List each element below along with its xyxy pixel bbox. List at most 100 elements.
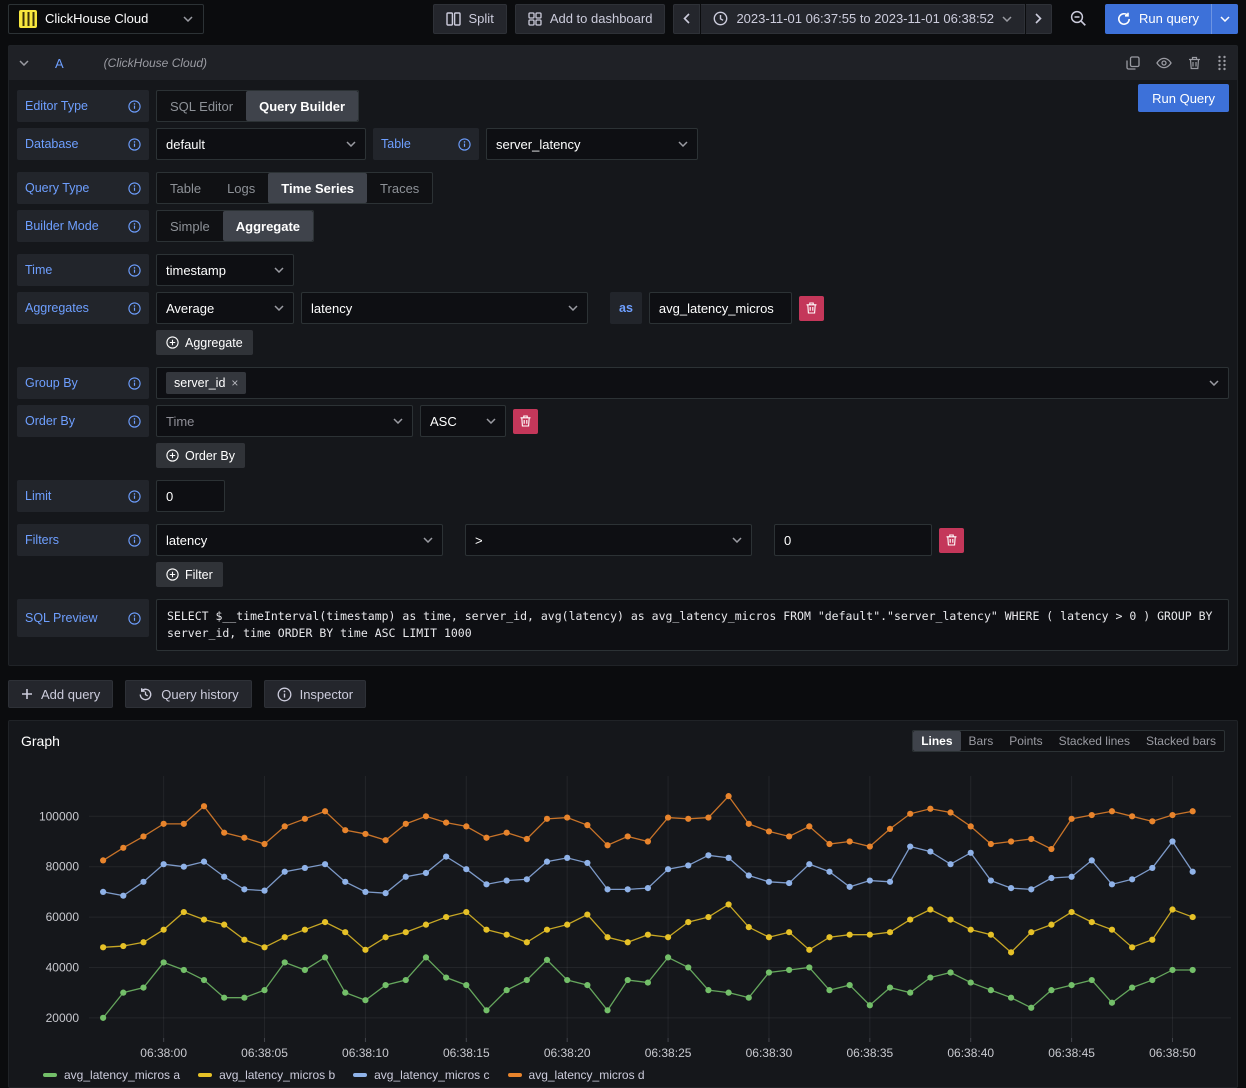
- builder-mode-aggregate[interactable]: Aggregate: [223, 211, 313, 241]
- refresh-icon: [1117, 12, 1131, 26]
- query-type-table[interactable]: Table: [157, 173, 214, 203]
- filter-value-input[interactable]: 0: [774, 524, 932, 556]
- datasource-picker[interactable]: ClickHouse Cloud: [8, 4, 204, 34]
- chevron-down-icon: [274, 305, 284, 311]
- chevron-down-icon: [274, 267, 284, 273]
- remove-query-trash-icon[interactable]: [1188, 56, 1201, 70]
- info-icon[interactable]: [128, 302, 141, 315]
- svg-text:06:38:40: 06:38:40: [947, 1046, 994, 1060]
- editor-type-sql-editor[interactable]: SQL Editor: [157, 91, 246, 121]
- graph-style-stacked-lines[interactable]: Stacked lines: [1051, 731, 1138, 751]
- hide-query-eye-icon[interactable]: [1156, 57, 1172, 69]
- info-icon[interactable]: [128, 138, 141, 151]
- group-by-tag: server_id ×: [166, 372, 246, 394]
- info-icon[interactable]: [458, 138, 471, 151]
- order-by-field-select[interactable]: Time: [156, 405, 413, 437]
- add-filter-button[interactable]: Filter: [156, 562, 223, 587]
- info-icon[interactable]: [128, 182, 141, 195]
- filters-label: Filters: [17, 524, 149, 556]
- add-order-by-button[interactable]: Order By: [156, 443, 245, 468]
- info-icon[interactable]: [128, 377, 141, 390]
- chevron-down-icon: [1209, 380, 1219, 386]
- info-icon[interactable]: [128, 264, 141, 277]
- drag-handle-icon[interactable]: [1217, 55, 1227, 71]
- legend-item[interactable]: avg_latency_micros c: [353, 1068, 489, 1082]
- aggregate-alias-input[interactable]: avg_latency_micros: [649, 292, 792, 324]
- svg-text:06:38:05: 06:38:05: [241, 1046, 288, 1060]
- plus-circle-icon: [166, 568, 179, 581]
- query-type-toggle: Table Logs Time Series Traces: [156, 172, 433, 204]
- query-type-time-series[interactable]: Time Series: [268, 173, 367, 203]
- time-series-chart[interactable]: 2000040000600008000010000006:38:0006:38:…: [9, 754, 1237, 1066]
- time-shift-back-button[interactable]: [673, 4, 700, 34]
- svg-text:06:38:45: 06:38:45: [1048, 1046, 1095, 1060]
- remove-aggregate-button[interactable]: [799, 296, 824, 321]
- add-aggregate-button[interactable]: Aggregate: [156, 330, 253, 355]
- remove-tag-icon[interactable]: ×: [231, 376, 238, 390]
- legend-swatch: [43, 1073, 57, 1077]
- builder-mode-simple[interactable]: Simple: [157, 211, 223, 241]
- order-by-direction-select[interactable]: ASC: [420, 405, 506, 437]
- remove-filter-button[interactable]: [939, 528, 964, 553]
- explore-footer: Add query Query history Inspector: [0, 674, 1246, 708]
- info-icon[interactable]: [128, 100, 141, 113]
- graph-style-bars[interactable]: Bars: [961, 731, 1002, 751]
- svg-text:06:38:30: 06:38:30: [746, 1046, 793, 1060]
- legend-item[interactable]: avg_latency_micros d: [508, 1068, 645, 1082]
- table-select[interactable]: server_latency: [486, 128, 698, 160]
- trash-icon: [806, 302, 817, 314]
- query-row-header[interactable]: A (ClickHouse Cloud): [9, 46, 1237, 80]
- database-label: Database: [17, 128, 149, 160]
- zoom-out-button[interactable]: [1060, 4, 1097, 34]
- database-select[interactable]: default: [156, 128, 366, 160]
- plus-circle-icon: [166, 449, 179, 462]
- split-button[interactable]: Split: [433, 4, 507, 34]
- svg-text:100000: 100000: [39, 809, 79, 823]
- svg-text:06:38:35: 06:38:35: [846, 1046, 893, 1060]
- svg-text:06:38:25: 06:38:25: [645, 1046, 692, 1060]
- legend-label: avg_latency_micros c: [374, 1068, 489, 1082]
- aggregate-column-select[interactable]: latency: [301, 292, 588, 324]
- query-editor-panel: A (ClickHouse Cloud) Run Query Editor Ty…: [8, 45, 1238, 666]
- info-icon[interactable]: [128, 490, 141, 503]
- add-query-button[interactable]: Add query: [8, 680, 113, 708]
- query-type-logs[interactable]: Logs: [214, 173, 268, 203]
- sql-preview-text: SELECT $__timeInterval(timestamp) as tim…: [156, 599, 1229, 651]
- filter-operator-select[interactable]: >: [465, 524, 752, 556]
- trash-icon: [946, 534, 957, 546]
- inspector-button[interactable]: Inspector: [264, 680, 366, 708]
- info-icon[interactable]: [128, 220, 141, 233]
- add-to-dashboard-label: Add to dashboard: [550, 11, 653, 26]
- info-circle-icon: [277, 687, 292, 702]
- run-query-button[interactable]: Run query: [1105, 4, 1211, 34]
- query-history-button[interactable]: Query history: [125, 680, 251, 708]
- aggregate-function-select[interactable]: Average: [156, 292, 294, 324]
- info-icon[interactable]: [128, 612, 141, 625]
- time-column-select[interactable]: timestamp: [156, 254, 294, 286]
- duplicate-query-icon[interactable]: [1126, 56, 1140, 70]
- editor-type-query-builder[interactable]: Query Builder: [246, 91, 358, 121]
- sql-preview-label: SQL Preview: [17, 599, 149, 637]
- info-icon[interactable]: [128, 415, 141, 428]
- remove-order-by-button[interactable]: [513, 409, 538, 434]
- group-by-multiselect[interactable]: server_id ×: [156, 367, 1229, 399]
- graph-style-lines[interactable]: Lines: [913, 731, 960, 751]
- collapse-chevron-icon[interactable]: [19, 60, 29, 66]
- plus-circle-icon: [166, 336, 179, 349]
- query-type-traces[interactable]: Traces: [367, 173, 432, 203]
- time-range-picker[interactable]: 2023-11-01 06:37:55 to 2023-11-01 06:38:…: [701, 4, 1025, 34]
- svg-text:06:38:10: 06:38:10: [342, 1046, 389, 1060]
- legend-item[interactable]: avg_latency_micros a: [43, 1068, 180, 1082]
- graph-style-stacked-bars[interactable]: Stacked bars: [1138, 731, 1224, 751]
- clickhouse-logo-icon: [19, 10, 37, 28]
- graph-style-points[interactable]: Points: [1001, 731, 1050, 751]
- legend-item[interactable]: avg_latency_micros b: [198, 1068, 335, 1082]
- clock-icon: [713, 11, 728, 26]
- panel-run-query-button[interactable]: Run Query: [1138, 84, 1229, 112]
- add-to-dashboard-button[interactable]: Add to dashboard: [515, 4, 666, 34]
- limit-input[interactable]: 0: [156, 480, 225, 512]
- run-query-dropdown-button[interactable]: [1211, 4, 1238, 34]
- time-shift-forward-button[interactable]: [1026, 4, 1052, 34]
- filter-field-select[interactable]: latency: [156, 524, 443, 556]
- info-icon[interactable]: [128, 534, 141, 547]
